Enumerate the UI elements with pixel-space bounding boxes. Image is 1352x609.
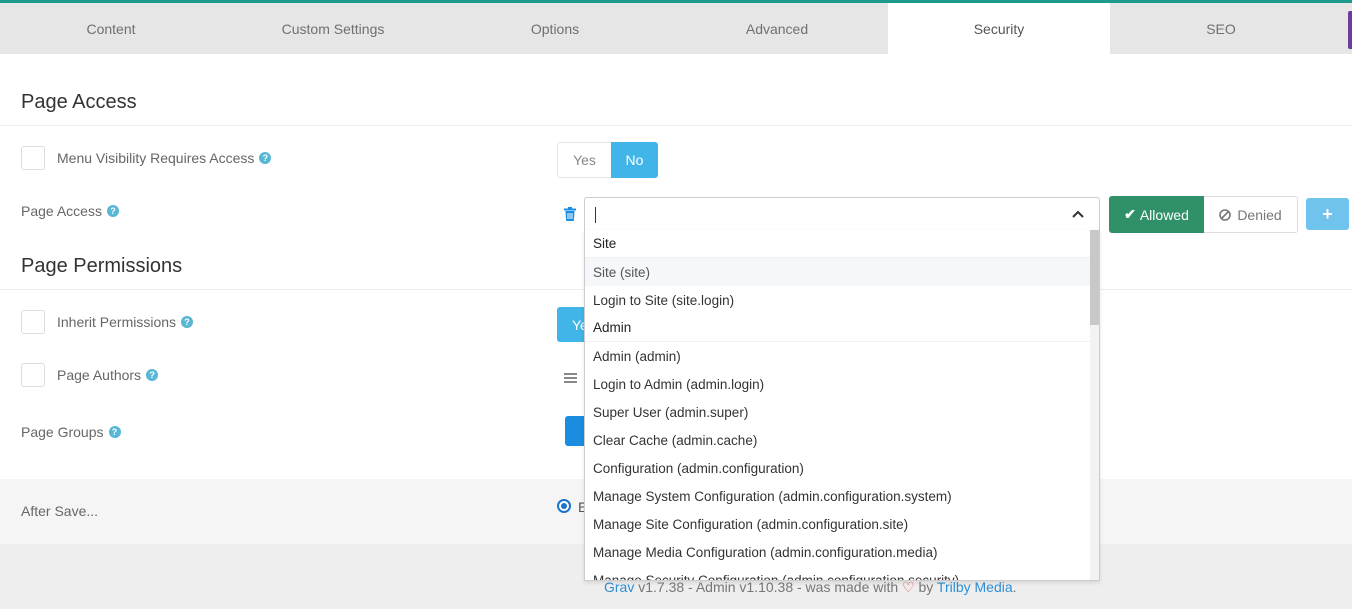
tab-options[interactable]: Options: [444, 3, 666, 54]
tab-security[interactable]: Security: [888, 3, 1110, 54]
dropdown-scrollbar-thumb[interactable]: [1090, 230, 1099, 325]
check-icon: ✔: [1124, 206, 1136, 222]
dropdown-option[interactable]: Super User (admin.super): [585, 398, 1091, 426]
tab-advanced[interactable]: Advanced: [666, 3, 888, 54]
help-icon[interactable]: ?: [181, 316, 194, 328]
page-groups-label: Page Groups ?: [21, 424, 121, 440]
menu-visibility-text: Menu Visibility Requires Access: [57, 150, 255, 166]
trash-icon[interactable]: [564, 207, 576, 221]
add-permission-button[interactable]: +: [1306, 198, 1349, 230]
plus-icon: +: [1322, 203, 1333, 224]
tab-label: Content: [86, 20, 136, 37]
dropdown-option[interactable]: Manage Security Configuration (admin.con…: [585, 566, 1091, 581]
inherit-permissions-checkbox[interactable]: [21, 310, 45, 334]
heart-icon: ♡: [902, 579, 915, 595]
tab-label: Advanced: [745, 20, 809, 37]
dropdown-option[interactable]: Admin (admin): [585, 342, 1091, 370]
dropdown-option[interactable]: Login to Admin (admin.login): [585, 370, 1091, 398]
tab-bar: Content Custom Settings Options Advanced…: [0, 0, 1352, 54]
dropdown-group-header: Admin: [585, 314, 1091, 342]
allowed-button[interactable]: ✔ Allowed: [1109, 196, 1204, 233]
toggle-yes-option[interactable]: Yes: [557, 142, 611, 178]
footer-by-text: by: [914, 579, 937, 595]
section-title-page-access: Page Access: [21, 91, 137, 113]
ban-icon: [1219, 208, 1232, 221]
toggle-no-label: No: [625, 152, 644, 168]
permission-select-input[interactable]: [584, 197, 1100, 231]
page-authors-text: Page Authors: [57, 367, 142, 383]
section-title-page-permissions: Page Permissions: [21, 255, 183, 277]
dropdown-option[interactable]: Site (site): [585, 258, 1091, 286]
page-groups-text: Page Groups: [21, 424, 104, 440]
help-icon[interactable]: ?: [259, 152, 272, 164]
page-authors-label: Page Authors ?: [57, 367, 159, 383]
footer-period: .: [1012, 579, 1017, 595]
menu-visibility-toggle: Yes No: [557, 142, 658, 178]
toggle-no-option[interactable]: No: [611, 142, 658, 178]
help-icon[interactable]: ?: [106, 205, 119, 217]
tab-label: Custom Settings: [281, 20, 385, 37]
tab-label: Options: [530, 20, 580, 37]
tab-custom-settings[interactable]: Custom Settings: [222, 3, 444, 54]
inherit-permissions-text: Inherit Permissions: [57, 314, 177, 330]
tab-scroll-edge[interactable]: [1348, 11, 1352, 49]
after-save-label: After Save...: [21, 503, 99, 519]
dropdown-option[interactable]: Clear Cache (admin.cache): [585, 426, 1091, 454]
help-icon[interactable]: ?: [146, 369, 159, 381]
dropdown-option[interactable]: Manage System Configuration (admin.confi…: [585, 482, 1091, 510]
page-authors-checkbox[interactable]: [21, 363, 45, 387]
drag-handle-icon[interactable]: [564, 372, 577, 384]
tab-seo[interactable]: SEO: [1110, 3, 1332, 54]
page-access-text: Page Access: [21, 203, 102, 219]
dropdown-option[interactable]: Configuration (admin.configuration): [585, 454, 1091, 482]
text-cursor: [595, 207, 596, 223]
dropdown-option[interactable]: Manage Media Configuration (admin.config…: [585, 538, 1091, 566]
tab-label: Security: [973, 20, 1025, 37]
chevron-up-icon[interactable]: [1071, 207, 1085, 221]
after-save-radio[interactable]: [557, 499, 571, 513]
dropdown-group-header: Site: [585, 230, 1091, 258]
page-access-label: Page Access ?: [21, 203, 119, 219]
tab-label: SEO: [1206, 20, 1236, 37]
menu-visibility-label: Menu Visibility Requires Access ?: [57, 150, 272, 166]
tab-content[interactable]: Content: [0, 3, 222, 54]
footer-credits: Grav v1.7.38 - Admin v1.10.38 - was made…: [604, 579, 1017, 596]
grav-link[interactable]: Grav: [604, 579, 634, 595]
denied-button[interactable]: Denied: [1204, 196, 1298, 233]
section-divider: [0, 125, 1352, 126]
inherit-permissions-label: Inherit Permissions ?: [57, 314, 194, 330]
denied-label: Denied: [1237, 206, 1282, 223]
footer-version-text: v1.7.38 - Admin v1.10.38 - was made with: [634, 579, 903, 595]
dropdown-option[interactable]: Manage Site Configuration (admin.configu…: [585, 510, 1091, 538]
dropdown-scrollbar[interactable]: [1090, 230, 1099, 580]
dropdown-option[interactable]: Login to Site (site.login): [585, 286, 1091, 314]
menu-visibility-checkbox[interactable]: [21, 146, 45, 170]
help-icon[interactable]: ?: [108, 426, 121, 438]
permission-dropdown: Site Site (site) Login to Site (site.log…: [584, 230, 1100, 581]
allowed-label: Allowed: [1139, 206, 1189, 223]
toggle-yes-label: Yes: [573, 152, 596, 168]
trilby-link[interactable]: Trilby Media: [937, 579, 1013, 595]
